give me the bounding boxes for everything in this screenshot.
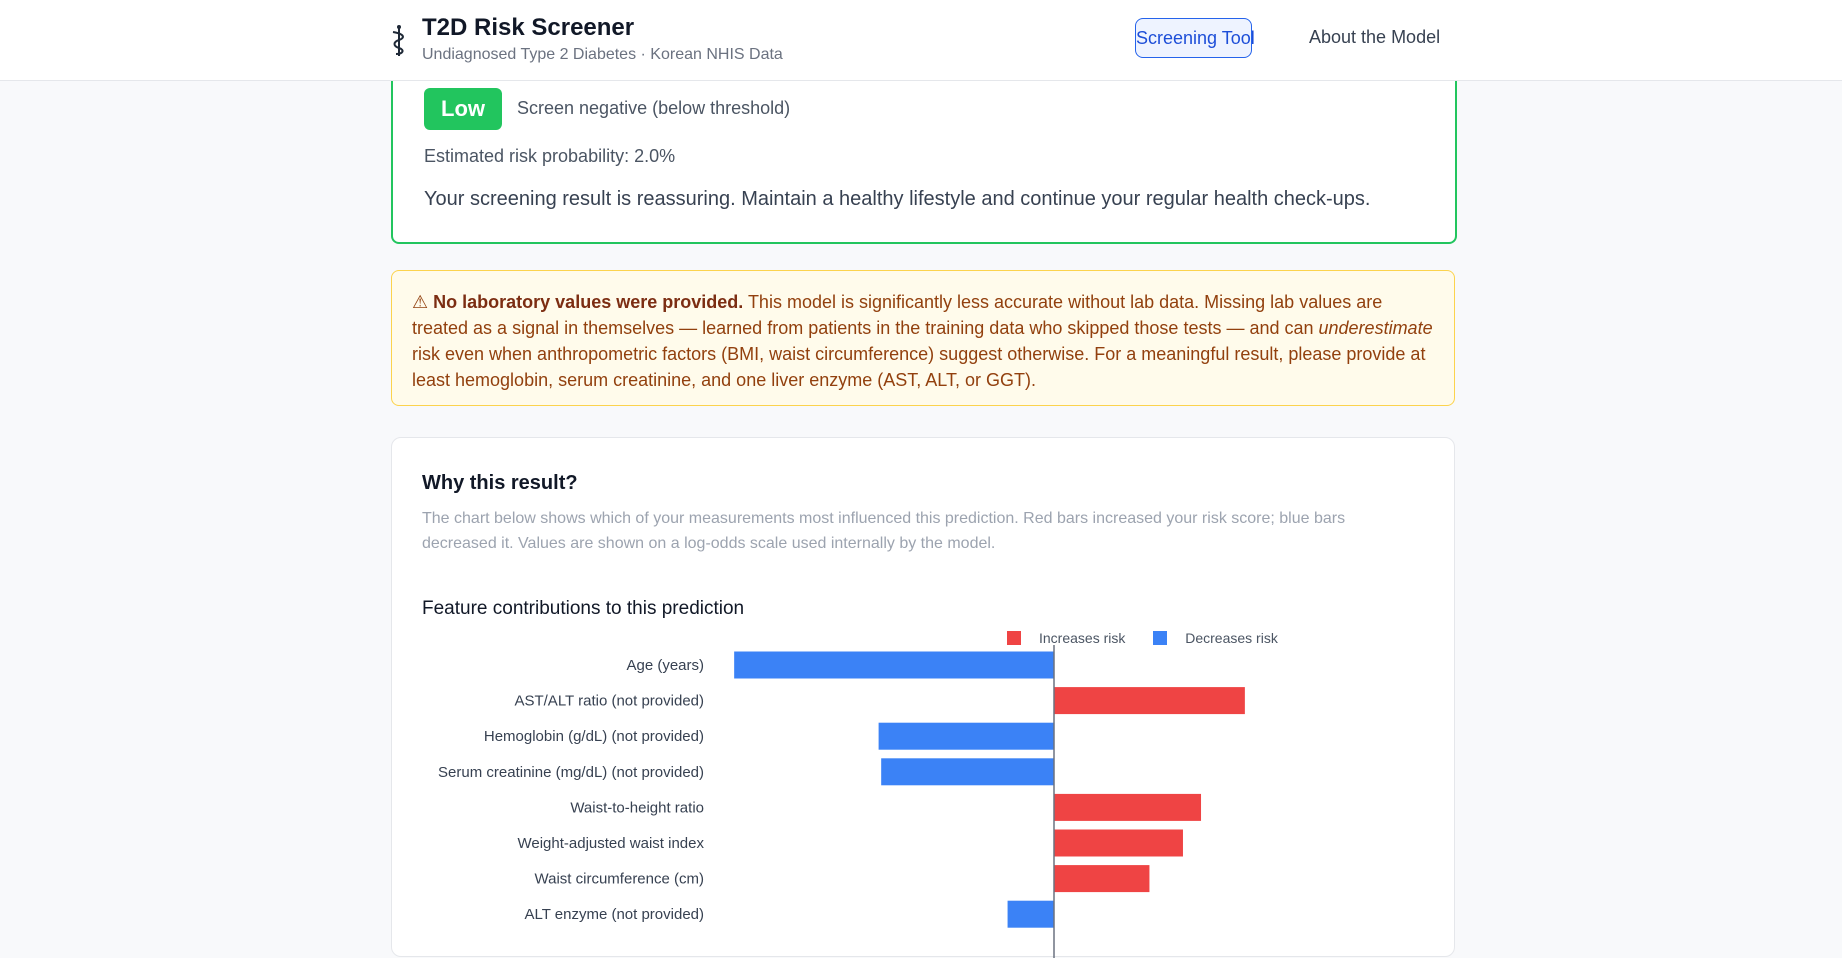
bar-1 [1054, 687, 1245, 715]
bar-2 [878, 722, 1054, 750]
bar-5 [1054, 829, 1183, 857]
category-label-5: Weight-adjusted waist index [518, 835, 705, 852]
warning-body-2: risk even when anthropometric factors (B… [412, 344, 1426, 390]
category-label-4: Waist-to-height ratio [570, 799, 704, 816]
bar-3 [881, 758, 1054, 786]
caduceus-icon [392, 25, 404, 56]
warning-title: No laboratory values were provided. [433, 292, 744, 312]
nav-about-model[interactable]: About the Model [1291, 18, 1458, 56]
app-header: T2D Risk Screener Undiagnosed Type 2 Dia… [0, 0, 1842, 81]
missing-labs-warning: ⚠ No laboratory values were provided. Th… [391, 270, 1455, 406]
category-label-7: ALT enzyme (not provided) [524, 906, 704, 923]
category-label-6: Waist circumference (cm) [535, 871, 704, 888]
category-label-0: Age (years) [626, 657, 704, 674]
risk-level-badge: Low [424, 88, 502, 130]
category-label-1: AST/ALT ratio (not provided) [514, 693, 704, 710]
risk-message: Your screening result is reassuring. Mai… [424, 188, 1371, 210]
warning-icon: ⚠ [412, 292, 429, 312]
category-label-3: Serum creatinine (mg/dL) (not provided) [438, 764, 704, 781]
bar-6 [1054, 865, 1150, 893]
nav-screening-tool[interactable]: Screening Tool [1135, 18, 1255, 58]
warning-emphasis: underestimate [1318, 318, 1433, 338]
screen-status: Screen negative (below threshold) [517, 98, 791, 118]
feature-contribution-chart: Age (years) AST/ALT ratio (not provided) H… [438, 645, 1245, 958]
warning-text: ⚠ No laboratory values were provided. Th… [412, 289, 1436, 393]
why-card: Why this result? The chart below shows w… [391, 437, 1455, 958]
bar-0 [734, 651, 1054, 679]
risk-probability: Estimated risk probability: 2.0% [424, 146, 676, 166]
category-label-2: Hemoglobin (g/dL) (not provided) [484, 728, 704, 745]
bar-7 [1007, 900, 1054, 928]
app-title: T2D Risk Screener [422, 14, 635, 41]
bar-4 [1054, 793, 1202, 821]
result-card: Low Screen negative (below threshold) Es… [391, 60, 1457, 244]
app-subtitle: Undiagnosed Type 2 Diabetes · Korean NHI… [422, 46, 783, 63]
